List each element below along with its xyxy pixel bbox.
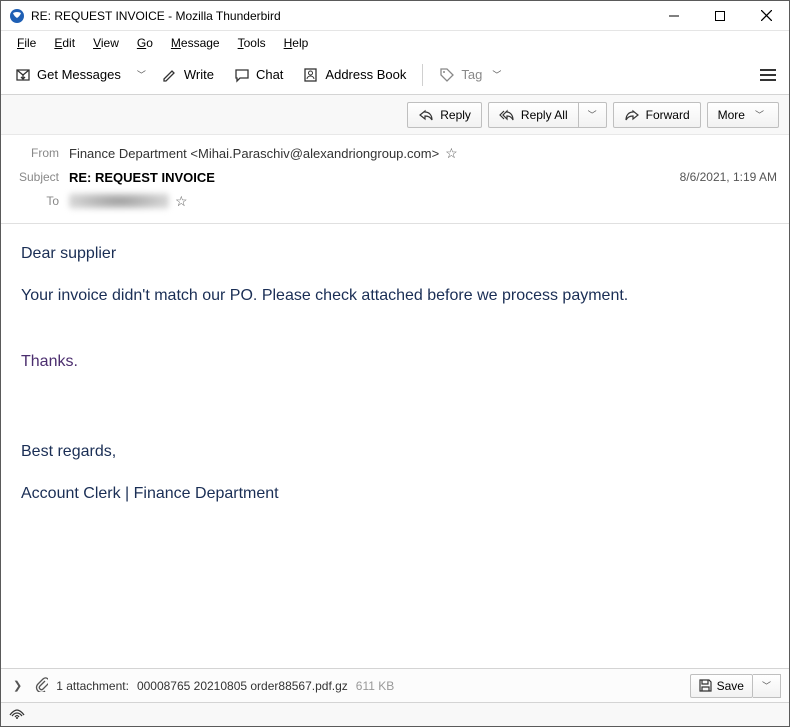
chat-button[interactable]: Chat [226, 61, 291, 89]
to-redacted [69, 193, 169, 209]
star-icon[interactable]: ☆ [445, 145, 458, 162]
from-text[interactable]: Finance Department <Mihai.Paraschiv@alex… [69, 146, 439, 161]
status-bar [1, 702, 789, 726]
from-label: From [13, 146, 69, 160]
save-attachment-button[interactable]: Save [690, 674, 753, 698]
more-button[interactable]: More ﹀ [707, 102, 779, 128]
connection-icon[interactable] [9, 707, 25, 722]
save-attachment-dropdown[interactable]: ﹀ [753, 674, 781, 698]
message-date: 8/6/2021, 1:19 AM [680, 170, 777, 184]
from-row: From Finance Department <Mihai.Paraschiv… [13, 141, 777, 165]
window-title: RE: REQUEST INVOICE - Mozilla Thunderbir… [31, 9, 651, 23]
tag-dropdown-arrow: ﹀ [488, 68, 505, 81]
forward-label: Forward [646, 108, 690, 122]
get-messages-label: Get Messages [37, 67, 121, 82]
app-menu-button[interactable] [753, 61, 783, 89]
to-row: To ☆ [13, 189, 777, 213]
subject-text: RE: REQUEST INVOICE [69, 170, 215, 185]
menu-tools[interactable]: Tools [230, 34, 274, 52]
write-label: Write [184, 67, 214, 82]
reply-all-dropdown[interactable]: ﹀ [579, 102, 607, 128]
message-headers: From Finance Department <Mihai.Paraschiv… [1, 135, 789, 224]
attachment-size: 611 KB [356, 679, 394, 693]
message-action-bar: Reply Reply All ﹀ Forward More ﹀ [1, 95, 789, 135]
menu-message[interactable]: Message [163, 34, 228, 52]
forward-button[interactable]: Forward [613, 102, 701, 128]
from-value: Finance Department <Mihai.Paraschiv@alex… [69, 145, 777, 162]
menu-go[interactable]: Go [129, 34, 161, 52]
body-regards: Best regards, [21, 440, 769, 464]
address-book-button[interactable]: Address Book [295, 61, 414, 89]
chat-label: Chat [256, 67, 283, 82]
reply-all-label: Reply All [521, 108, 568, 122]
attachment-bar: ❯ 1 attachment: 00008765 20210805 order8… [1, 668, 789, 702]
main-toolbar: Get Messages ﹀ Write Chat Address Book T… [1, 55, 789, 95]
attachment-count: 1 attachment: [56, 679, 129, 693]
toolbar-separator [422, 64, 423, 86]
get-messages-dropdown[interactable]: ﹀ [133, 68, 150, 81]
titlebar: RE: REQUEST INVOICE - Mozilla Thunderbir… [1, 1, 789, 31]
tag-button[interactable]: Tag ﹀ [431, 61, 513, 89]
minimize-button[interactable] [651, 1, 697, 30]
menu-view[interactable]: View [85, 34, 127, 52]
menu-help[interactable]: Help [276, 34, 317, 52]
attachment-filename[interactable]: 00008765 20210805 order88567.pdf.gz [137, 679, 348, 693]
message-body: Dear supplier Your invoice didn't match … [1, 224, 789, 668]
reply-all-button[interactable]: Reply All [488, 102, 579, 128]
to-value: ☆ [69, 193, 777, 210]
get-messages-button[interactable]: Get Messages [7, 61, 129, 89]
star-icon[interactable]: ☆ [175, 193, 188, 210]
save-label: Save [717, 679, 744, 693]
body-greeting: Dear supplier [21, 242, 769, 266]
write-button[interactable]: Write [154, 61, 222, 89]
menu-file[interactable]: File [9, 34, 44, 52]
close-button[interactable] [743, 1, 789, 30]
paperclip-icon [34, 676, 48, 696]
body-thanks: Thanks. [21, 350, 769, 374]
reply-button[interactable]: Reply [407, 102, 482, 128]
subject-label: Subject [13, 170, 69, 184]
menubar: File Edit View Go Message Tools Help [1, 31, 789, 55]
address-book-label: Address Book [325, 67, 406, 82]
app-window: RE: REQUEST INVOICE - Mozilla Thunderbir… [0, 0, 790, 727]
attachment-toggle[interactable]: ❯ [9, 679, 26, 692]
body-line1: Your invoice didn't match our PO. Please… [21, 284, 769, 308]
body-signature: Account Clerk | Finance Department [21, 482, 769, 506]
reply-label: Reply [440, 108, 471, 122]
window-controls [651, 1, 789, 30]
to-label: To [13, 194, 69, 208]
subject-row: Subject RE: REQUEST INVOICE 8/6/2021, 1:… [13, 165, 777, 189]
reply-all-group: Reply All ﹀ [488, 102, 607, 128]
thunderbird-icon [9, 8, 25, 24]
menu-edit[interactable]: Edit [46, 34, 83, 52]
subject-value: RE: REQUEST INVOICE [69, 170, 680, 185]
tag-label: Tag [461, 67, 482, 82]
maximize-button[interactable] [697, 1, 743, 30]
more-label: More [718, 108, 745, 122]
